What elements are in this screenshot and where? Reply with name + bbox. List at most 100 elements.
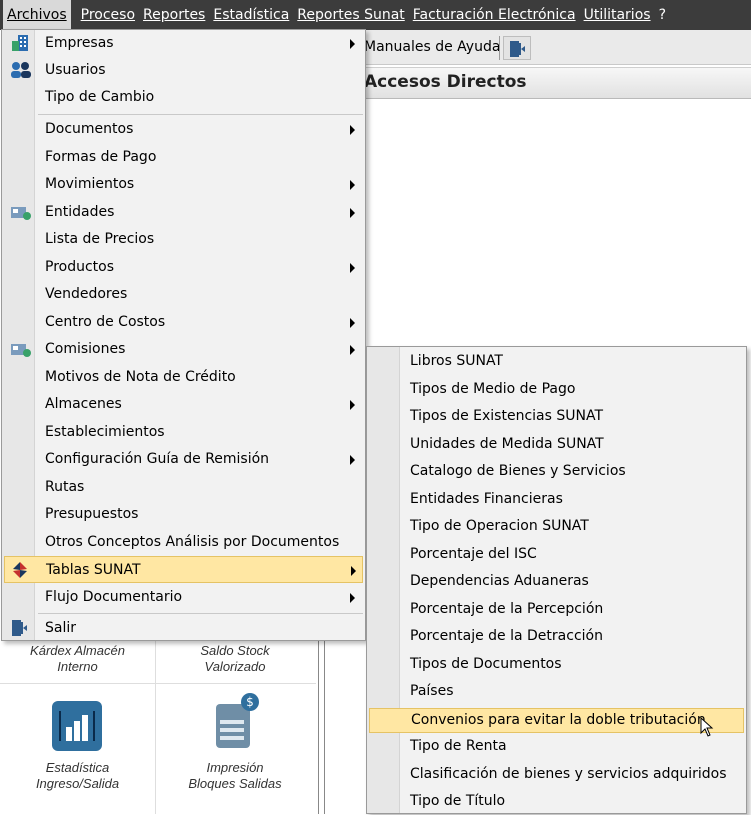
menu-item-label: Usuarios xyxy=(45,62,106,78)
tile-kardex-line2: Interno xyxy=(57,659,98,674)
menu-item-label: Formas de Pago xyxy=(45,148,157,165)
menu-estadistica-label: Estadística xyxy=(213,7,290,23)
users-icon xyxy=(11,62,31,78)
submenu-item-dependencias-aduaneras[interactable]: Dependencias Aduaneras xyxy=(369,570,744,595)
submenu-item-porcentaje-detraccion[interactable]: Porcentaje de la Detracción xyxy=(369,625,744,650)
submenu-item-porcentaje-isc[interactable]: Porcentaje del ISC xyxy=(369,543,744,568)
accesos-directos-title: Accesos Directos xyxy=(364,72,527,92)
menu-item-presupuestos[interactable]: Presupuestos xyxy=(4,501,363,528)
menu-item-productos[interactable]: Productos xyxy=(4,254,363,281)
submenu-item-label: Entidades Financieras xyxy=(410,490,563,507)
submenu-item-label: Tipos de Medio de Pago xyxy=(410,380,576,397)
menu-item-centro-de-costos[interactable]: Centro de Costos xyxy=(4,309,363,336)
menu-item-label: Centro de Costos xyxy=(45,313,166,330)
menu-archivos[interactable]: Archivos xyxy=(3,0,71,30)
menu-item-label: Presupuestos xyxy=(45,506,139,522)
submenu-item-label: Tipo de Operacion SUNAT xyxy=(410,518,589,534)
menu-reportes-sunat[interactable]: Reportes Sunat xyxy=(293,0,408,30)
exit-toolbar-button[interactable] xyxy=(503,36,531,60)
toolbar-separator xyxy=(499,36,500,60)
menu-item-movimientos[interactable]: Movimientos xyxy=(4,171,363,198)
submenu-item-convenios[interactable]: Convenios para evitar la doble tributaci… xyxy=(369,707,744,733)
submenu-item-tipos-documentos[interactable]: Tipos de Documentos xyxy=(369,653,744,678)
menu-facturacion-electronica[interactable]: Facturación Electrónica xyxy=(409,0,580,30)
menu-item-label: Almacenes xyxy=(45,396,122,412)
menu-item-label: Configuración Guía de Remisión xyxy=(45,451,270,467)
manuales-de-ayuda-button[interactable]: Manuales de Ayuda xyxy=(364,39,500,55)
menu-reportes-label: Reportes xyxy=(143,7,206,23)
door-exit-icon xyxy=(12,620,27,636)
door-exit-icon xyxy=(510,41,525,57)
submenu-item-catalogo-bienes[interactable]: Catalogo de Bienes y Servicios xyxy=(369,460,744,485)
menu-help[interactable]: ? xyxy=(655,0,670,30)
tile-impresion[interactable]: Impresión Bloques Salidas xyxy=(160,760,310,792)
tablas-sunat-submenu: Libros SUNAT Tipos de Medio de Pago Tipo… xyxy=(366,346,747,814)
submenu-item-tipos-existencias[interactable]: Tipos de Existencias SUNAT xyxy=(369,405,744,430)
menu-item-label: Establecimientos xyxy=(45,423,165,440)
menu-item-formas-de-pago[interactable]: Formas de Pago xyxy=(4,144,363,171)
tile-impresion-line1: Impresión xyxy=(206,760,264,775)
menu-proceso-label: Proceso xyxy=(80,7,136,23)
submenu-item-tipo-operacion[interactable]: Tipo de Operacion SUNAT xyxy=(369,515,744,540)
submenu-item-paises[interactable]: Países xyxy=(369,680,744,705)
submenu-item-clasificacion-bienes[interactable]: Clasificación de bienes y servicios adqu… xyxy=(369,763,744,788)
menu-item-label: Vendedores xyxy=(45,286,128,302)
tile-estadistica[interactable]: Estadística Ingreso/Salida xyxy=(5,760,150,792)
submenu-item-entidades-financieras[interactable]: Entidades Financieras xyxy=(369,488,744,513)
menu-reportes[interactable]: Reportes xyxy=(139,0,209,30)
submenu-arrow-icon xyxy=(350,125,355,135)
menu-separator xyxy=(38,114,363,115)
menu-item-rutas[interactable]: Rutas xyxy=(4,474,363,501)
menu-item-documentos[interactable]: Documentos xyxy=(4,116,363,143)
menu-item-salir[interactable]: Salir xyxy=(4,615,363,642)
submenu-arrow-icon xyxy=(350,180,355,190)
menu-item-label: Empresas xyxy=(45,35,114,51)
menu-item-tablas-sunat[interactable]: Tablas SUNAT xyxy=(4,556,363,583)
submenu-arrow-icon xyxy=(350,592,355,603)
bar-chart-icon[interactable] xyxy=(52,701,102,751)
submenu-arrow-icon xyxy=(350,39,355,49)
submenu-item-label: Porcentaje del ISC xyxy=(410,545,537,562)
entity-card-icon xyxy=(11,206,31,220)
menu-item-label: Movimientos xyxy=(45,176,135,192)
submenu-arrow-icon xyxy=(350,262,355,273)
menu-item-comisiones[interactable]: Comisiones xyxy=(4,336,363,363)
tile-saldo-line1: Saldo Stock xyxy=(200,643,270,658)
menu-item-vendedores[interactable]: Vendedores xyxy=(4,281,363,308)
submenu-arrow-icon xyxy=(350,455,355,465)
menu-item-motivos-nota-credito[interactable]: Motivos de Nota de Crédito xyxy=(4,364,363,391)
tile-saldo-stock[interactable]: Saldo Stock Valorizado xyxy=(160,643,310,675)
submenu-item-tipo-titulo[interactable]: Tipo de Título xyxy=(369,790,744,815)
menu-item-empresas[interactable]: Empresas xyxy=(4,30,363,57)
svg-text:$: $ xyxy=(246,695,254,709)
menu-item-configuracion-guia[interactable]: Configuración Guía de Remisión xyxy=(4,446,363,473)
document-dollar-icon[interactable]: $ xyxy=(212,692,260,752)
submenu-item-tipo-renta[interactable]: Tipo de Renta xyxy=(369,735,744,760)
menu-item-label: Lista de Precios xyxy=(45,231,155,247)
tile-kardex-almacen[interactable]: Kárdex Almacén Interno xyxy=(5,643,150,675)
submenu-item-label: Tipo de Título xyxy=(410,793,506,809)
menu-estadistica[interactable]: Estadística xyxy=(209,0,293,30)
menu-item-establecimientos[interactable]: Establecimientos xyxy=(4,419,363,446)
menu-item-flujo-documentario[interactable]: Flujo Documentario xyxy=(4,584,363,611)
submenu-item-libros-sunat[interactable]: Libros SUNAT xyxy=(369,350,744,375)
menu-item-entidades[interactable]: Entidades xyxy=(4,199,363,226)
submenu-item-label: Porcentaje de la Percepción xyxy=(410,600,604,617)
submenu-item-label: Clasificación de bienes y servicios adqu… xyxy=(410,765,727,782)
submenu-item-porcentaje-percepcion[interactable]: Porcentaje de la Percepción xyxy=(369,598,744,623)
menu-utilitarios[interactable]: Utilitarios xyxy=(580,0,655,30)
menu-item-otros-conceptos[interactable]: Otros Conceptos Análisis por Documentos xyxy=(4,529,363,556)
sunat-logo-icon xyxy=(13,562,27,578)
submenu-arrow-icon xyxy=(350,400,355,410)
submenu-item-tipos-medio-pago[interactable]: Tipos de Medio de Pago xyxy=(369,378,744,403)
menu-item-almacenes[interactable]: Almacenes xyxy=(4,391,363,418)
menu-item-tipo-de-cambio[interactable]: Tipo de Cambio xyxy=(4,84,363,111)
entity-card-icon xyxy=(11,344,31,357)
tile-impresion-line2: Bloques Salidas xyxy=(188,776,282,791)
menu-item-lista-de-precios[interactable]: Lista de Precios xyxy=(4,226,363,253)
menu-item-usuarios[interactable]: Usuarios xyxy=(4,57,363,84)
submenu-item-unidades-medida[interactable]: Unidades de Medida SUNAT xyxy=(369,433,744,458)
tile-estadistica-line2: Ingreso/Salida xyxy=(35,776,120,791)
submenu-item-label: Libros SUNAT xyxy=(410,353,503,369)
menu-proceso[interactable]: Proceso xyxy=(77,0,139,30)
